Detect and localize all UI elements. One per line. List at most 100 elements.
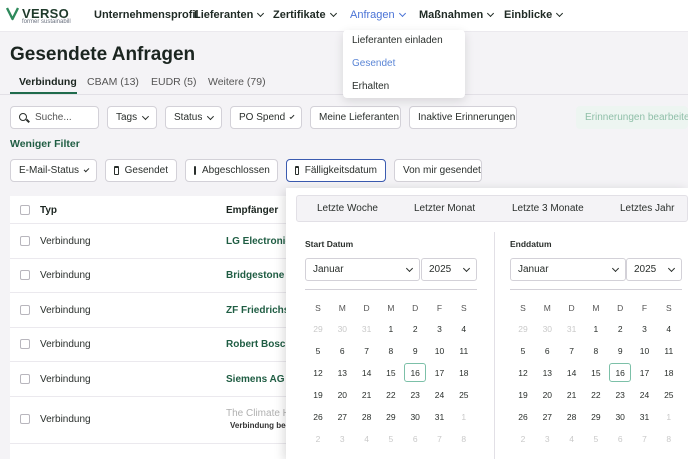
calendar-day[interactable]: 3 <box>429 319 451 338</box>
calendar-day[interactable]: 11 <box>658 341 680 360</box>
calendar-day[interactable]: 7 <box>429 429 451 448</box>
calendar-day[interactable]: 18 <box>658 363 680 382</box>
row-checkbox[interactable] <box>20 339 30 349</box>
calendar-day[interactable]: 30 <box>536 319 558 338</box>
calendar-day[interactable]: 17 <box>429 363 451 382</box>
calendar-day[interactable]: 5 <box>380 429 402 448</box>
calendar-day[interactable]: 19 <box>512 385 534 404</box>
calendar-day[interactable]: 18 <box>453 363 475 382</box>
calendar-day[interactable]: 27 <box>536 407 558 426</box>
end-year-select[interactable]: 2025 <box>626 258 682 281</box>
calendar-day[interactable]: 1 <box>585 319 607 338</box>
calendar-day[interactable]: 23 <box>609 385 631 404</box>
nav-lieferanten[interactable]: Lieferanten <box>194 9 265 21</box>
calendar-day[interactable]: 11 <box>453 341 475 360</box>
row-checkbox[interactable] <box>20 270 30 280</box>
nav-zertifikate[interactable]: Zertifikate <box>273 9 337 21</box>
calendar-day[interactable]: 12 <box>512 363 534 382</box>
menu-item-lieferanten-einladen[interactable]: Lieferanten einladen <box>352 35 443 46</box>
calendar-day[interactable]: 14 <box>561 363 583 382</box>
calendar-day[interactable]: 30 <box>609 407 631 426</box>
calendar-day[interactable]: 3 <box>331 429 353 448</box>
menu-item-erhalten[interactable]: Erhalten <box>352 81 389 92</box>
calendar-day[interactable]: 22 <box>585 385 607 404</box>
calendar-day[interactable]: 13 <box>331 363 353 382</box>
calendar-day[interactable]: 8 <box>658 429 680 448</box>
row-recipient[interactable]: Siemens AG <box>226 374 285 385</box>
calendar-day[interactable]: 24 <box>429 385 451 404</box>
completed-date-filter[interactable]: Abgeschlossen <box>185 159 278 182</box>
calendar-day[interactable]: 14 <box>356 363 378 382</box>
calendar-day[interactable]: 10 <box>634 341 656 360</box>
calendar-day[interactable]: 19 <box>307 385 329 404</box>
select-all-checkbox[interactable] <box>20 205 30 215</box>
tab-weitere[interactable]: Weitere (79) <box>208 76 266 88</box>
calendar-day[interactable]: 29 <box>585 407 607 426</box>
calendar-day[interactable]: 25 <box>658 385 680 404</box>
row-recipient[interactable]: The Climate H <box>226 408 290 419</box>
calendar-day[interactable]: 30 <box>404 407 426 426</box>
quick-range-last-year[interactable]: Letztes Jahr <box>620 203 674 214</box>
my-suppliers-filter[interactable]: Meine Lieferanten <box>310 106 401 129</box>
calendar-day[interactable]: 9 <box>609 341 631 360</box>
calendar-day[interactable]: 28 <box>356 407 378 426</box>
quick-range-last-3-months[interactable]: Letzte 3 Monate <box>512 203 584 214</box>
calendar-day[interactable]: 28 <box>561 407 583 426</box>
calendar-day[interactable]: 6 <box>404 429 426 448</box>
row-recipient[interactable]: Bridgestone <box>226 270 284 281</box>
calendar-day[interactable]: 2 <box>512 429 534 448</box>
calendar-day[interactable]: 29 <box>512 319 534 338</box>
column-header-type[interactable]: Typ <box>40 205 57 216</box>
calendar-day[interactable]: 7 <box>634 429 656 448</box>
calendar-day[interactable]: 7 <box>561 341 583 360</box>
calendar-day[interactable]: 6 <box>609 429 631 448</box>
calendar-day[interactable]: 8 <box>585 341 607 360</box>
calendar-day[interactable]: 20 <box>331 385 353 404</box>
calendar-day[interactable]: 20 <box>536 385 558 404</box>
email-status-filter[interactable]: E-Mail-Status <box>10 159 97 182</box>
end-month-select[interactable]: Januar <box>510 258 626 281</box>
calendar-day[interactable]: 16 <box>404 363 427 382</box>
calendar-day[interactable]: 13 <box>536 363 558 382</box>
calendar-day[interactable]: 9 <box>404 341 426 360</box>
calendar-day[interactable]: 31 <box>634 407 656 426</box>
calendar-day[interactable]: 27 <box>331 407 353 426</box>
calendar-day[interactable]: 15 <box>585 363 607 382</box>
calendar-day[interactable]: 26 <box>512 407 534 426</box>
calendar-day[interactable]: 30 <box>331 319 353 338</box>
row-checkbox[interactable] <box>20 374 30 384</box>
tab-cbam[interactable]: CBAM (13) <box>87 76 139 88</box>
calendar-day[interactable]: 10 <box>429 341 451 360</box>
nav-unternehmensprofil[interactable]: Unternehmensprofil <box>94 9 199 21</box>
row-checkbox[interactable] <box>20 305 30 315</box>
column-header-recipient[interactable]: Empfänger <box>226 205 278 216</box>
calendar-day[interactable]: 3 <box>634 319 656 338</box>
calendar-day[interactable]: 1 <box>380 319 402 338</box>
calendar-day[interactable]: 5 <box>307 341 329 360</box>
calendar-day[interactable]: 5 <box>585 429 607 448</box>
tags-filter[interactable]: Tags <box>107 106 157 129</box>
calendar-day[interactable]: 3 <box>536 429 558 448</box>
calendar-day[interactable]: 6 <box>536 341 558 360</box>
calendar-day[interactable]: 16 <box>609 363 632 382</box>
calendar-day[interactable]: 4 <box>453 319 475 338</box>
sent-by-me-filter[interactable]: Von mir gesendet <box>394 159 482 182</box>
calendar-day[interactable]: 17 <box>634 363 656 382</box>
calendar-day[interactable]: 26 <box>307 407 329 426</box>
nav-anfragen[interactable]: Anfragen <box>350 9 406 21</box>
calendar-day[interactable]: 31 <box>356 319 378 338</box>
calendar-day[interactable]: 6 <box>331 341 353 360</box>
calendar-day[interactable]: 21 <box>561 385 583 404</box>
calendar-day[interactable]: 7 <box>356 341 378 360</box>
calendar-day[interactable]: 2 <box>307 429 329 448</box>
calendar-day[interactable]: 23 <box>404 385 426 404</box>
less-filters-link[interactable]: Weniger Filter <box>10 138 80 150</box>
calendar-day[interactable]: 4 <box>658 319 680 338</box>
calendar-day[interactable]: 4 <box>561 429 583 448</box>
row-checkbox[interactable] <box>20 236 30 246</box>
nav-einblicke[interactable]: Einblicke <box>504 9 564 21</box>
po-spend-filter[interactable]: PO Spend <box>230 106 302 129</box>
calendar-day[interactable]: 2 <box>609 319 631 338</box>
search-input[interactable]: Suche... <box>10 106 99 129</box>
status-filter[interactable]: Status <box>165 106 222 129</box>
